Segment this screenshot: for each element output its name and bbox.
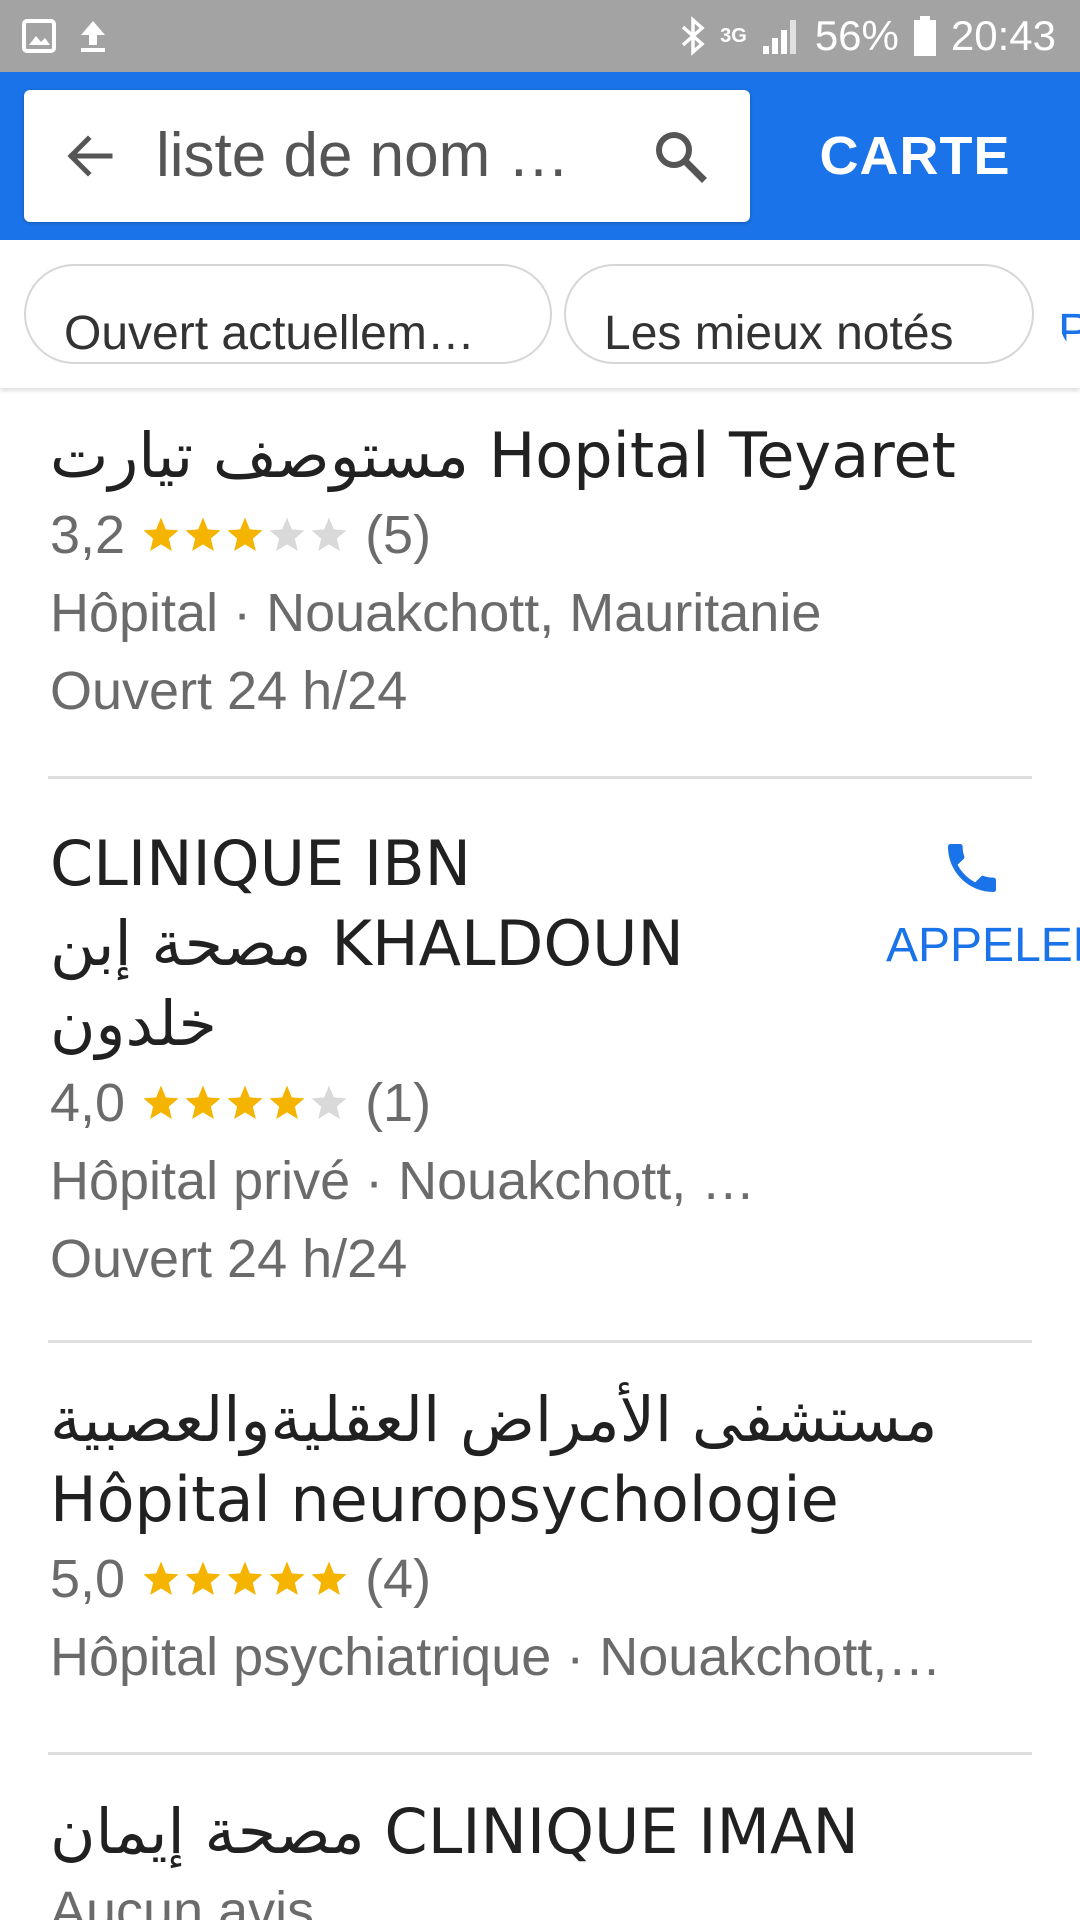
- star-filled-icon: [185, 1085, 221, 1119]
- no-reviews-text: Aucun avis: [50, 1881, 315, 1920]
- star-filled-icon: [269, 1085, 305, 1119]
- result-title-line1: CLINIQUE IBN: [50, 827, 472, 900]
- star-filled-icon: [227, 517, 263, 551]
- rating-value: 5,0: [50, 1549, 126, 1609]
- search-box[interactable]: liste de nom …: [24, 90, 750, 222]
- back-arrow-icon[interactable]: [64, 130, 116, 182]
- result-title: CLINIQUE IBN مصحة إبن KHALDOUN خلدون: [50, 824, 870, 1064]
- result-title: مصحة إيمان CLINIQUE IMAN: [50, 1792, 1040, 1872]
- chip-top-rated[interactable]: Les mieux notés: [564, 264, 1034, 364]
- search-icon[interactable]: [652, 128, 708, 184]
- divider: [48, 1752, 1032, 1755]
- result-title-arabic: مصحة إيمان: [50, 1795, 365, 1868]
- result-title: مستوصف تيارت Hopital Teyaret: [50, 416, 1040, 496]
- result-title-latin: CLINIQUE IMAN: [384, 1795, 859, 1868]
- opening-hours: Ouvert 24 h/24: [50, 661, 408, 721]
- image-icon: [22, 19, 56, 53]
- app-bar: liste de nom … CARTE: [0, 72, 1080, 240]
- star-empty-icon: [269, 517, 305, 551]
- star-filled-icon: [185, 517, 221, 551]
- result-title-latin: Hôpital neuropsychologie: [50, 1463, 839, 1536]
- rating-row: 4,0 (1): [50, 1064, 870, 1142]
- signal-icon: [762, 20, 796, 54]
- rating-value: 3,2: [50, 505, 126, 565]
- result-title-line2: مصحة إبن KHALDOUN: [50, 904, 870, 984]
- notification-icons: [22, 18, 108, 54]
- star-filled-icon: [269, 1561, 305, 1595]
- clock: 20:43: [950, 12, 1056, 59]
- star-filled-icon: [227, 1561, 263, 1595]
- result-title-line3: خلدون: [50, 987, 217, 1060]
- chip-open-now[interactable]: Ouvert actuellem…: [24, 264, 552, 364]
- result-title-latin: KHALDOUN: [331, 907, 684, 980]
- map-button[interactable]: CARTE: [790, 114, 1040, 198]
- upload-icon: [81, 21, 105, 52]
- system-status: 3G 56% 20:43: [680, 0, 1056, 72]
- category-location: Hôpital psychiatrique · Nouakchott,…: [50, 1627, 942, 1687]
- rating-value: 4,0: [50, 1073, 126, 1133]
- chip-more[interactable]: P: [1058, 264, 1080, 364]
- star-filled-icon: [227, 1085, 263, 1119]
- result-title-arabic: مستشفى الأمراض العقليةوالعصبية: [50, 1383, 938, 1456]
- category-location: Hôpital · Nouakchott, Mauritanie: [50, 583, 822, 643]
- divider: [48, 1340, 1032, 1343]
- result-title: مستشفى الأمراض العقليةوالعصبية Hôpital n…: [50, 1380, 1040, 1540]
- call-button[interactable]: APPELER: [886, 836, 1080, 996]
- search-input[interactable]: liste de nom …: [156, 120, 636, 192]
- star-filled-icon: [143, 517, 179, 551]
- star-rating: [141, 515, 349, 555]
- star-filled-icon: [185, 1561, 221, 1595]
- list-item[interactable]: مصحة إيمان CLINIQUE IMAN Aucun avis: [50, 1792, 1040, 1920]
- review-count: (5): [365, 505, 432, 565]
- status-bar: 3G 56% 20:43: [0, 0, 1080, 72]
- star-empty-icon: [311, 1085, 347, 1119]
- rating-row: 5,0 (4): [50, 1540, 1040, 1618]
- review-count: (1): [365, 1073, 432, 1133]
- divider: [48, 776, 1032, 779]
- star-filled-icon: [311, 1561, 347, 1595]
- battery-icon: [913, 16, 936, 56]
- review-count: (4): [365, 1549, 432, 1609]
- list-item[interactable]: مستوصف تيارت Hopital Teyaret 3,2 (5) Hôp…: [50, 416, 1040, 730]
- bluetooth-icon: [681, 16, 705, 56]
- opening-hours: Ouvert 24 h/24: [50, 1229, 408, 1289]
- star-rating: [141, 1083, 349, 1123]
- list-item[interactable]: CLINIQUE IBN مصحة إبن KHALDOUN خلدون 4,0…: [50, 824, 870, 1298]
- category-location: Hôpital privé · Nouakchott, …: [50, 1151, 756, 1211]
- star-rating: [141, 1559, 349, 1599]
- phone-icon: [948, 844, 996, 892]
- result-title-arabic: مستوصف تيارت: [50, 419, 469, 492]
- result-title-latin: Hopital Teyaret: [488, 419, 956, 492]
- rating-row: 3,2 (5): [50, 496, 1040, 574]
- star-filled-icon: [143, 1561, 179, 1595]
- list-item[interactable]: مستشفى الأمراض العقليةوالعصبية Hôpital n…: [50, 1380, 1040, 1696]
- filter-chips: Ouvert actuellem… Les mieux notés P: [0, 240, 1080, 388]
- battery-percent: 56%: [814, 12, 899, 59]
- results-list: مستوصف تيارت Hopital Teyaret 3,2 (5) Hôp…: [0, 388, 1080, 1920]
- star-filled-icon: [143, 1085, 179, 1119]
- result-title-arabic: مصحة إبن: [50, 907, 312, 980]
- call-label: APPELER: [886, 919, 1080, 972]
- star-empty-icon: [311, 517, 347, 551]
- network-type: 3G: [720, 25, 747, 47]
